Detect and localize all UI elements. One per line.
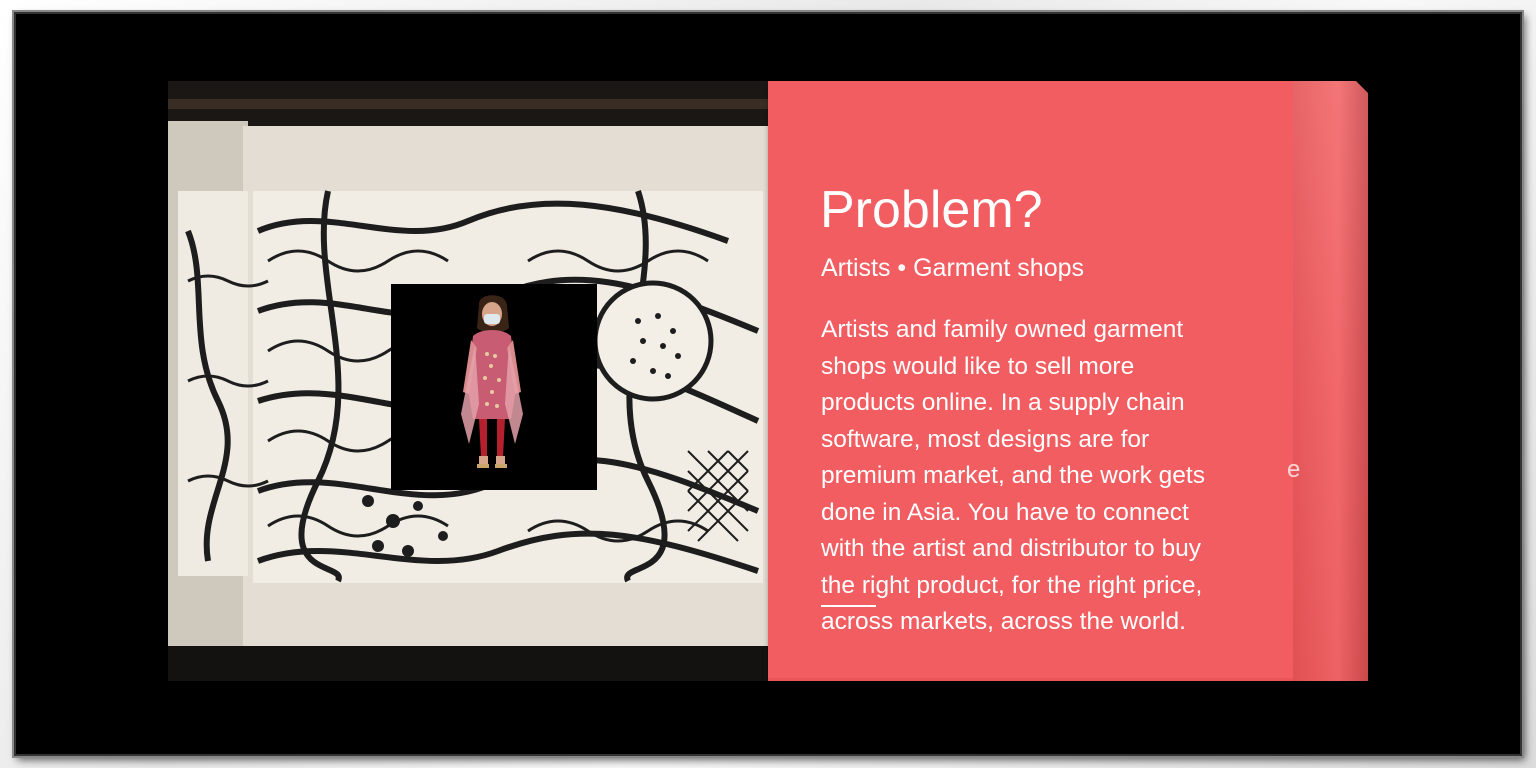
slide-body-text: Artists and family owned garment shops w… — [821, 316, 1205, 635]
model-thumbnail — [391, 284, 597, 490]
ghost-text-fragment: e — [1287, 456, 1301, 483]
woman-in-pink-outfit-image — [391, 284, 597, 490]
text-underline-mark — [821, 605, 876, 607]
slide-subtitle: Artists • Garment shops — [821, 254, 1085, 282]
slide-title: Problem? — [820, 181, 1043, 239]
